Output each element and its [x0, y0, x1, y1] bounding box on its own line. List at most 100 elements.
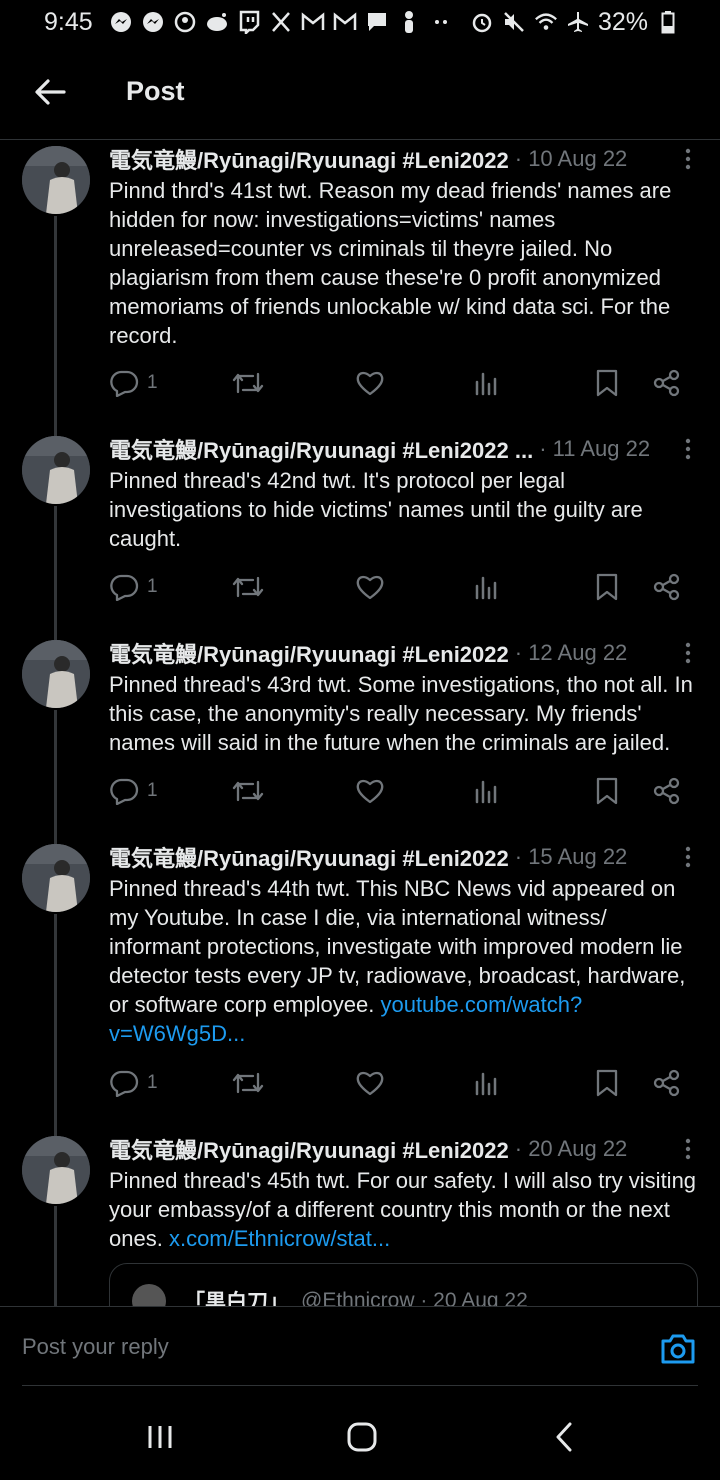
- post-header: 電気竜鰻/Ryūnagi/Ryuunagi #Leni2022 ... · 11…: [109, 434, 698, 464]
- more-options-button[interactable]: [678, 1134, 698, 1164]
- author-name[interactable]: 電気竜鰻/Ryūnagi/Ryuunagi #Leni2022: [109, 143, 509, 175]
- avatar[interactable]: [22, 146, 90, 214]
- more-vertical-icon: [685, 148, 691, 170]
- more-options-button[interactable]: [678, 434, 698, 464]
- avatar[interactable]: [22, 1136, 90, 1204]
- bookmark-button[interactable]: [595, 1069, 619, 1097]
- reply-icon: [110, 574, 139, 601]
- repost-button[interactable]: [231, 370, 265, 396]
- quoted-post[interactable]: 「黒白刀」 @Ethnicrow · 20 Aug 22: [109, 1263, 698, 1306]
- recent-apps-icon: [148, 1426, 172, 1448]
- post-header: 電気竜鰻/Ryūnagi/Ryuunagi #Leni2022 · 15 Aug…: [109, 842, 698, 872]
- avatar[interactable]: [22, 640, 90, 708]
- heart-icon: [356, 1071, 384, 1096]
- twitch-icon: [237, 10, 261, 34]
- recent-apps-button[interactable]: [140, 1422, 180, 1452]
- airplane-icon: [566, 10, 590, 34]
- status-bar: 9:45 32%: [0, 0, 720, 44]
- bookmark-button[interactable]: [595, 777, 619, 805]
- back-nav-button[interactable]: [544, 1422, 584, 1452]
- post-date[interactable]: · 10 Aug 22: [515, 146, 628, 172]
- reply-button[interactable]: 1: [109, 777, 158, 805]
- share-icon: [653, 777, 680, 805]
- reply-button[interactable]: 1: [109, 1069, 158, 1097]
- post-date[interactable]: · 12 Aug 22: [515, 640, 628, 666]
- post-item[interactable]: 電気竜鰻/Ryūnagi/Ryuunagi #Leni2022 · 20 Aug…: [0, 1130, 720, 1306]
- reply-input[interactable]: Post your reply: [22, 1329, 640, 1365]
- bookmark-icon: [596, 369, 618, 397]
- repost-icon: [232, 576, 264, 598]
- bar-chart-icon: [475, 576, 497, 600]
- bookmark-icon: [596, 777, 618, 805]
- bookmark-button[interactable]: [595, 369, 619, 397]
- repost-button[interactable]: [231, 778, 265, 804]
- reply-count: 1: [147, 372, 158, 393]
- views-button[interactable]: [473, 1070, 499, 1096]
- avatar[interactable]: [22, 844, 90, 912]
- battery-icon: [656, 10, 680, 34]
- reply-count: 1: [147, 576, 158, 597]
- post-header: 電気竜鰻/Ryūnagi/Ryuunagi #Leni2022 · 20 Aug…: [109, 1134, 698, 1164]
- views-button[interactable]: [473, 370, 499, 396]
- share-button[interactable]: [653, 777, 681, 805]
- account-circle-icon: [173, 10, 197, 34]
- repost-button[interactable]: [231, 1070, 265, 1096]
- thread-line: [54, 216, 57, 430]
- share-button[interactable]: [653, 573, 681, 601]
- more-options-button[interactable]: [678, 144, 698, 174]
- author-name[interactable]: 電気竜鰻/Ryūnagi/Ryuunagi #Leni2022 ...: [109, 433, 533, 465]
- more-options-button[interactable]: [678, 638, 698, 668]
- home-icon: [347, 1422, 377, 1452]
- thread-feed[interactable]: 電気竜鰻/Ryūnagi/Ryuunagi #Leni2022 · 10 Aug…: [0, 140, 720, 1306]
- views-button[interactable]: [473, 574, 499, 600]
- like-button[interactable]: [355, 778, 385, 804]
- bookmark-icon: [596, 1069, 618, 1097]
- post-date[interactable]: · 11 Aug 22: [539, 436, 650, 462]
- post-item[interactable]: 電気竜鰻/Ryūnagi/Ryuunagi #Leni2022 · 10 Aug…: [0, 140, 720, 430]
- thread-line: [54, 914, 57, 1130]
- back-button[interactable]: [20, 62, 80, 122]
- post-item[interactable]: 電気竜鰻/Ryūnagi/Ryuunagi #Leni2022 · 15 Aug…: [0, 838, 720, 1130]
- reddit-icon: [205, 10, 229, 34]
- quoted-post-header: 「黒白刀」 @Ethnicrow · 20 Aug 22: [110, 1264, 697, 1306]
- chevron-left-icon: [556, 1422, 572, 1452]
- camera-button[interactable]: [660, 1333, 696, 1365]
- more-vertical-icon: [685, 846, 691, 868]
- post-date[interactable]: · 20 Aug 22: [515, 1136, 628, 1162]
- avatar[interactable]: [22, 436, 90, 504]
- bookmark-button[interactable]: [595, 573, 619, 601]
- quoted-avatar: [132, 1284, 166, 1306]
- mute-icon: [502, 10, 526, 34]
- repost-button[interactable]: [231, 574, 265, 600]
- reply-button[interactable]: 1: [109, 573, 158, 601]
- reply-button[interactable]: 1: [109, 369, 158, 397]
- post-link[interactable]: x.com/Ethnicrow/stat...: [169, 1226, 390, 1251]
- thread-line: [54, 710, 57, 838]
- more-options-button[interactable]: [678, 842, 698, 872]
- home-button[interactable]: [342, 1422, 382, 1452]
- gmail-icon: [333, 10, 357, 34]
- like-button[interactable]: [355, 1070, 385, 1096]
- reply-icon: [110, 370, 139, 397]
- system-navigation-bar: [0, 1386, 720, 1480]
- post-date[interactable]: · 15 Aug 22: [515, 844, 628, 870]
- post-item[interactable]: 電気竜鰻/Ryūnagi/Ryuunagi #Leni2022 ... · 11…: [0, 430, 720, 634]
- post-text: Pinned thread's 43rd twt. Some investiga…: [109, 672, 693, 755]
- like-button[interactable]: [355, 370, 385, 396]
- author-name[interactable]: 電気竜鰻/Ryūnagi/Ryuunagi #Leni2022: [109, 841, 509, 873]
- author-name[interactable]: 電気竜鰻/Ryūnagi/Ryuunagi #Leni2022: [109, 637, 509, 669]
- like-button[interactable]: [355, 574, 385, 600]
- more-vertical-icon: [685, 1138, 691, 1160]
- more-dots-icon: [429, 10, 453, 34]
- system-icons: 32%: [470, 8, 680, 37]
- more-vertical-icon: [685, 438, 691, 460]
- reply-composer: Post your reply: [0, 1306, 720, 1386]
- post-item[interactable]: 電気竜鰻/Ryūnagi/Ryuunagi #Leni2022 · 12 Aug…: [0, 634, 720, 838]
- share-button[interactable]: [653, 1069, 681, 1097]
- post-body: 電気竜鰻/Ryūnagi/Ryuunagi #Leni2022 · 12 Aug…: [109, 638, 698, 757]
- share-button[interactable]: [653, 369, 681, 397]
- author-name[interactable]: 電気竜鰻/Ryūnagi/Ryuunagi #Leni2022: [109, 1133, 509, 1165]
- views-button[interactable]: [473, 778, 499, 804]
- post-actions: 1: [109, 363, 698, 403]
- post-actions: 1: [109, 567, 698, 607]
